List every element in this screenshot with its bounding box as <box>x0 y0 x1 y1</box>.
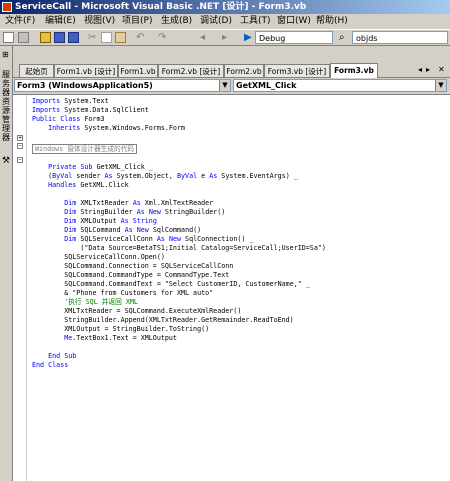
menu-project[interactable]: 项目(P) <box>122 15 152 28</box>
code-line: & "Phone from Customers for XML auto" <box>32 289 214 297</box>
tab-form2-code[interactable]: Form2.vb <box>224 64 264 77</box>
code-line: SQLServiceCallConn.Open() <box>32 253 165 261</box>
server-explorer-sidebar[interactable]: ⊞ 服务器资源管理器 ⚒ <box>0 46 13 481</box>
tab-scroll-right-icon[interactable]: ▸ <box>426 65 430 74</box>
save-all-icon[interactable] <box>68 32 79 43</box>
app-icon <box>2 2 12 12</box>
title-bar[interactable]: ServiceCall - Microsoft Visual Basic .NE… <box>0 0 450 14</box>
solution-config-select[interactable]: Debug <box>255 31 333 44</box>
code-line: XMLTxtReader = SQLCommand.ExecuteXmlRead… <box>32 307 242 315</box>
menu-file[interactable]: 文件(F) <box>5 15 35 28</box>
code-text[interactable]: Imports System.Text Imports System.Data.S… <box>13 95 450 481</box>
code-line: End Class <box>32 361 69 369</box>
server-explorer-label[interactable]: 服务器资源管理器 <box>1 70 11 142</box>
code-line: (ByVal sender As System.Object, ByVal e … <box>32 172 298 180</box>
start-icon[interactable]: ▶ <box>244 32 255 43</box>
redo-icon[interactable]: ↷ <box>158 32 169 43</box>
cut-icon[interactable]: ✂ <box>88 32 99 43</box>
method-name-value: GetXML_Click <box>236 81 297 90</box>
save-icon[interactable] <box>54 32 65 43</box>
code-line: Windows 窗体设计器生成的代码 <box>32 144 138 154</box>
copy-icon[interactable] <box>101 32 112 43</box>
code-navigation-bar: Form3 (WindowsApplication5) ▼ GetXML_Cli… <box>13 78 450 94</box>
undo-icon[interactable]: ↶ <box>136 32 147 43</box>
menu-window[interactable]: 窗口(W) <box>277 15 311 28</box>
menu-build[interactable]: 生成(B) <box>161 15 192 28</box>
collapsed-region[interactable]: Windows 窗体设计器生成的代码 <box>32 144 138 154</box>
code-line: Dim SQLCommand As New SqlCommand() <box>64 226 202 234</box>
code-line: Dim StringBuilder As New StringBuilder() <box>64 208 226 216</box>
code-line: Dim XMLTxtReader As Xml.XmlTextReader <box>64 199 214 207</box>
find-icon[interactable]: ⌕ <box>339 32 350 43</box>
code-line: End Sub <box>48 352 77 360</box>
paste-icon[interactable] <box>115 32 126 43</box>
code-line: Dim XMLOutput As String <box>64 217 157 225</box>
code-line: ("Data Source=BetaTS1;Initial Catalog=Se… <box>32 244 326 252</box>
code-line: Inherits System.Windows.Forms.Form <box>48 124 186 132</box>
tab-form3-design[interactable]: Form3.vb [设计] <box>264 64 330 77</box>
code-line: Dim SQLServiceCallConn As New SqlConnect… <box>64 235 254 243</box>
code-line: Handles GetXML.Click <box>48 181 129 189</box>
code-line: XMLOutput = StringBuilder.ToString() <box>32 325 210 333</box>
navigate-back-icon[interactable]: ◂ <box>200 32 211 43</box>
menu-view[interactable]: 视图(V) <box>84 15 115 28</box>
code-line: Private Sub GetXML_Click _ <box>48 163 153 171</box>
server-explorer-icon[interactable]: ⊞ <box>2 50 9 59</box>
code-line: Imports System.Data.SqlClient <box>32 106 149 114</box>
method-name-select[interactable]: GetXML_Click ▼ <box>233 79 447 92</box>
new-project-icon[interactable] <box>3 32 14 43</box>
find-input[interactable]: objds <box>352 31 448 44</box>
add-item-icon[interactable] <box>18 32 29 43</box>
class-name-value: Form3 (WindowsApplication5) <box>17 81 153 90</box>
code-line: StringBuilder.Append(XMLTxtReader.GetRem… <box>32 316 294 324</box>
tab-form3-code[interactable]: Form3.vb <box>330 63 378 78</box>
tab-start-page[interactable]: 起始页 <box>19 64 54 77</box>
code-editor[interactable]: − + − Imports System.Text Imports System.… <box>13 94 450 481</box>
toolbox-icon[interactable]: ⚒ <box>2 156 10 166</box>
open-folder-icon[interactable] <box>40 32 51 43</box>
tab-scroll-left-icon[interactable]: ◂ <box>418 65 422 74</box>
code-line: Imports System.Text <box>32 97 109 105</box>
code-line: SQLCommand.CommandType = CommandType.Tex… <box>32 271 230 279</box>
navigate-forward-icon[interactable]: ▸ <box>222 32 233 43</box>
menu-help[interactable]: 帮助(H) <box>316 15 348 28</box>
menu-debug[interactable]: 调试(D) <box>200 15 232 28</box>
code-line: Public Class Form3 <box>32 115 105 123</box>
tab-form2-design[interactable]: Form2.vb [设计] <box>158 64 224 77</box>
class-name-select[interactable]: Form3 (WindowsApplication5) ▼ <box>14 79 231 92</box>
chevron-down-icon[interactable]: ▼ <box>435 80 446 91</box>
close-tab-icon[interactable]: ✕ <box>438 65 445 74</box>
chevron-down-icon[interactable]: ▼ <box>219 80 230 91</box>
menu-tools[interactable]: 工具(T) <box>240 15 271 28</box>
code-line: Me.TextBox1.Text = XMLOutput <box>64 334 177 342</box>
tab-form1-code[interactable]: Form1.vb <box>118 64 158 77</box>
document-tabs: 起始页 Form1.vb [设计] Form1.vb Form2.vb [设计]… <box>13 63 450 78</box>
menu-edit[interactable]: 编辑(E) <box>45 15 76 28</box>
tab-form1-design[interactable]: Form1.vb [设计] <box>54 64 118 77</box>
code-line: '执行 SQL 并返回 XML <box>64 298 138 306</box>
menu-bar: 文件(F) 编辑(E) 视图(V) 项目(P) 生成(B) 调试(D) 工具(T… <box>0 14 450 29</box>
window-title: ServiceCall - Microsoft Visual Basic .NE… <box>15 2 307 12</box>
code-line: SQLCommand.CommandText = "Select Custome… <box>32 280 310 288</box>
code-line: SQLCommand.Connection = SQLServiceCallCo… <box>32 262 234 270</box>
standard-toolbar: ✂ ↶ ↷ ◂ ▸ ▶ Debug ⌕ objds <box>0 29 450 46</box>
